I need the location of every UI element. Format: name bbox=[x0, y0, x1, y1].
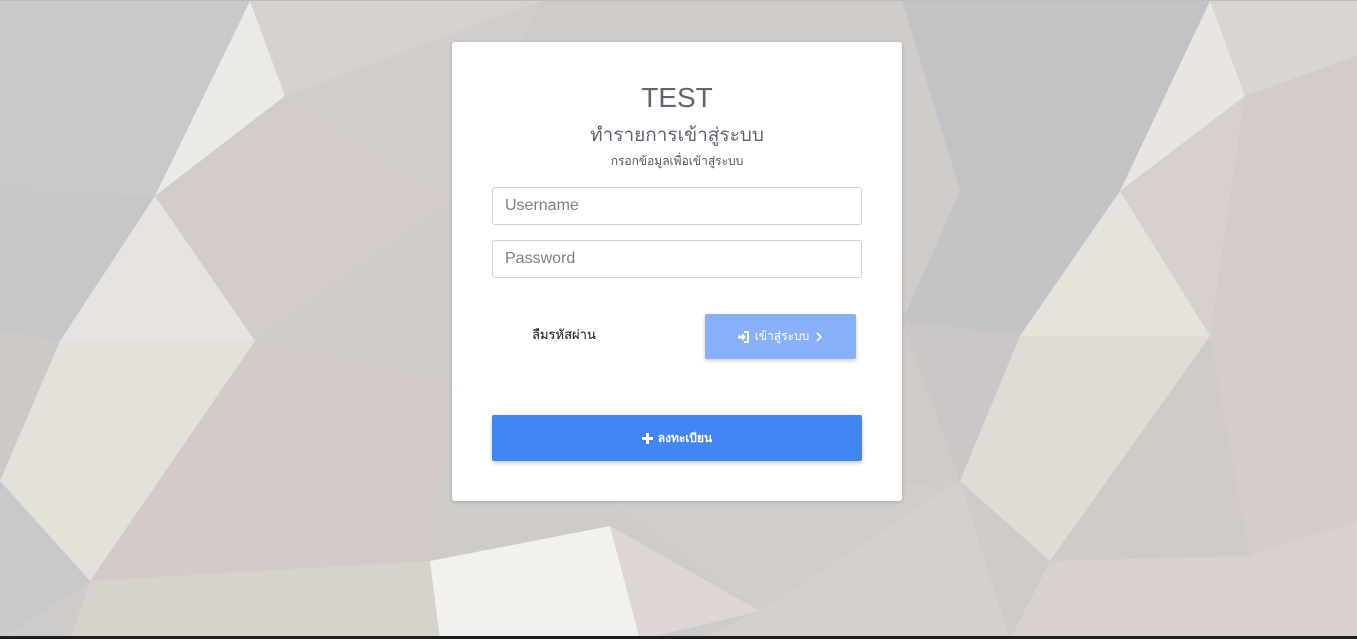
login-card: TEST ทำรายการเข้าสู่ระบบ กรอกข้อมูลเพื่อ… bbox=[452, 42, 902, 501]
register-button[interactable]: ลงทะเบียน bbox=[492, 415, 862, 461]
login-button[interactable]: เข้าสู่ระบบ bbox=[705, 314, 856, 359]
chevron-right-icon bbox=[814, 331, 824, 342]
app-title: TEST bbox=[641, 82, 713, 113]
login-button-label: เข้าสู่ระบบ bbox=[754, 329, 810, 343]
username-input[interactable] bbox=[492, 187, 862, 225]
register-button-label: ลงทะเบียน bbox=[657, 430, 713, 445]
login-page: TEST ทำรายการเข้าสู่ระบบ กรอกข้อมูลเพื่อ… bbox=[0, 0, 1357, 639]
sign-in-icon bbox=[737, 330, 750, 343]
password-input[interactable] bbox=[492, 240, 862, 278]
login-hint: กรอกข้อมูลเพื่อเข้าสู่ระบบ bbox=[610, 154, 744, 168]
login-subtitle: ทำรายการเข้าสู่ระบบ bbox=[590, 124, 764, 146]
plus-icon bbox=[641, 432, 653, 444]
forgot-password-link[interactable]: ลืมรหัสผ่าน bbox=[532, 328, 596, 344]
